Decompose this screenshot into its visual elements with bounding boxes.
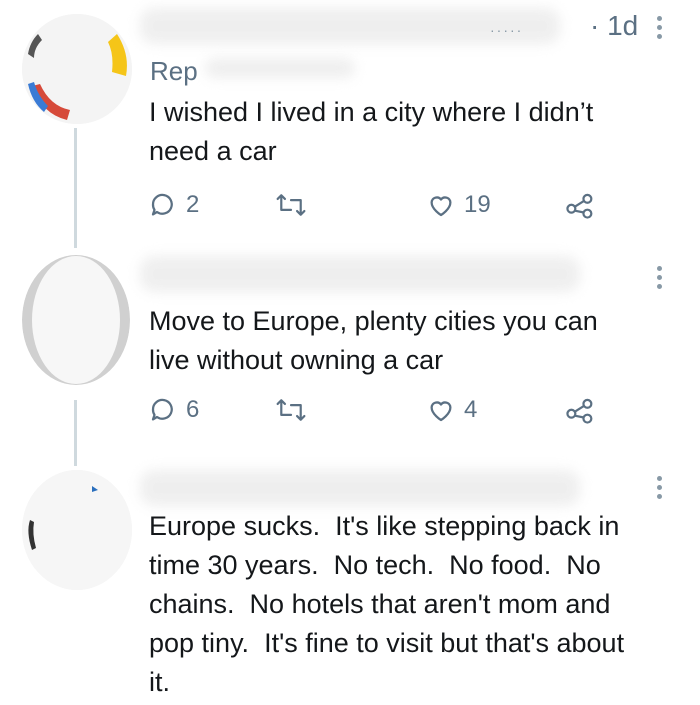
share-icon — [566, 193, 593, 219]
reply-button[interactable]: 2 — [148, 190, 199, 220]
thread-line-1 — [74, 128, 77, 248]
reply-count: 2 — [186, 191, 200, 218]
more-options-icon[interactable] — [652, 266, 666, 289]
avatar-image — [22, 14, 132, 124]
tweet-text: I wished I lived in a city where I didn’… — [149, 97, 594, 166]
redacted-name — [140, 470, 580, 506]
avatar[interactable] — [22, 14, 132, 124]
reply-to-handle[interactable]: Rep — [150, 56, 198, 87]
like-icon — [430, 196, 452, 217]
tweet-actions: 2 19 — [148, 190, 608, 230]
like-count: 19 — [464, 191, 491, 218]
reply-icon — [151, 398, 173, 421]
like-button[interactable]: 19 — [426, 190, 491, 220]
reply-button[interactable]: 6 — [148, 395, 199, 425]
tweet-text: Europe sucks. It's like stepping back in… — [149, 511, 625, 697]
share-button[interactable] — [564, 190, 596, 220]
redacted-handle — [205, 58, 355, 78]
share-icon — [566, 398, 593, 424]
tweet-actions: 6 4 — [148, 395, 608, 435]
like-icon — [430, 401, 452, 422]
retweet-button[interactable] — [274, 190, 308, 220]
more-options-icon[interactable] — [652, 16, 666, 39]
avatar-image — [22, 470, 132, 590]
more-options-icon[interactable] — [652, 476, 666, 499]
retweet-icon — [276, 194, 306, 216]
tweet-text: Move to Europe, plenty cities you can li… — [149, 306, 598, 375]
redacted-name — [140, 256, 580, 292]
avatar[interactable] — [22, 470, 132, 590]
reply-count: 6 — [186, 396, 200, 423]
like-button[interactable]: 4 — [426, 395, 477, 425]
retweet-icon — [276, 399, 306, 421]
thread-line-2 — [74, 400, 77, 466]
avatar-image — [22, 255, 130, 385]
retweet-button[interactable] — [274, 395, 308, 425]
redaction-dots: ····· — [490, 22, 524, 38]
reply-icon — [151, 193, 173, 216]
like-count: 4 — [464, 396, 478, 423]
share-button[interactable] — [564, 395, 596, 425]
avatar[interactable] — [22, 255, 130, 385]
tweet-time[interactable]: · 1d — [590, 10, 638, 42]
